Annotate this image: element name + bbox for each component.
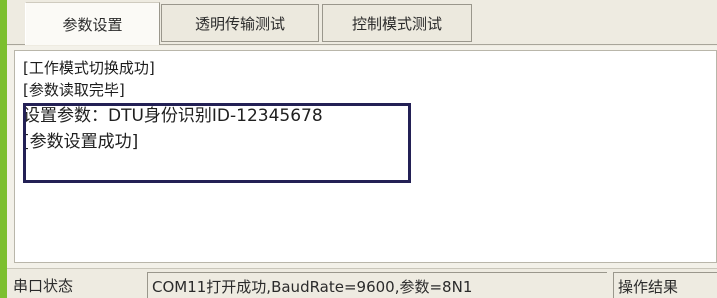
serial-status-value: COM11打开成功,BaudRate=9600,参数=8N1 xyxy=(147,272,607,298)
operation-result-label: 操作结果 xyxy=(613,272,717,298)
app-window: 参数设置 透明传输测试 控制模式测试 [工作模式切换成功] [参数读取完毕] 设… xyxy=(0,0,717,298)
log-line: [工作模式切换成功] xyxy=(23,59,155,77)
tab-label: 参数设置 xyxy=(62,15,123,34)
left-accent-bar xyxy=(0,0,7,298)
status-bar: 串口状态 COM11打开成功,BaudRate=9600,参数=8N1 操作结果 xyxy=(7,268,717,298)
highlight-box xyxy=(23,103,411,183)
tab-parameter-settings[interactable]: 参数设置 xyxy=(25,2,160,45)
tab-transparent-transmission-test[interactable]: 透明传输测试 xyxy=(161,4,319,42)
log-line: [参数读取完毕] xyxy=(23,81,125,99)
tab-bar: 参数设置 透明传输测试 控制模式测试 xyxy=(7,0,717,46)
tab-label: 透明传输测试 xyxy=(194,14,285,33)
tab-control-mode-test[interactable]: 控制模式测试 xyxy=(322,4,472,42)
tab-label: 控制模式测试 xyxy=(351,14,442,33)
serial-status-label: 串口状态 xyxy=(13,277,74,295)
